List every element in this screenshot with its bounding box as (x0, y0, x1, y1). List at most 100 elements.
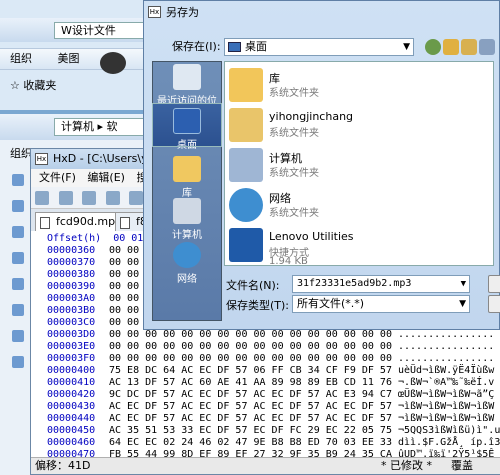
status-offset: 偏移：41D (35, 459, 91, 472)
hex-row[interactable]: 00000440 AC EC DF 57 AC EC DF 57 AC EC DF… (31, 413, 500, 425)
hex-bytes[interactable]: 00 00 (109, 305, 139, 317)
back-icon[interactable] (425, 39, 441, 55)
libraries-icon (229, 68, 263, 102)
hex-ascii[interactable]: ¬ìßW¬ìßW¬ìßW¬ìßW (398, 413, 494, 425)
folder-icon[interactable] (12, 278, 24, 290)
hex-bytes[interactable]: 00 00 (109, 317, 139, 329)
hex-ascii[interactable]: ¬.ßW¬`®A™‰˜‰ëÍ.v (398, 377, 494, 389)
breadcrumb-software[interactable]: 软 (107, 120, 118, 133)
hex-bytes[interactable]: 00 00 00 00 00 00 00 00 00 00 00 00 00 0… (109, 329, 392, 341)
save-in-select[interactable]: 桌面 ▼ (224, 38, 414, 56)
dialog-title-bar[interactable]: Hx 另存为 (144, 1, 499, 27)
filename-input[interactable]: 31f23331e5ad9b2.mp3 ▼ (292, 275, 470, 293)
hex-bytes[interactable]: 00 00 (109, 269, 139, 281)
hex-bytes[interactable]: 00 00 (109, 293, 139, 305)
hex-row[interactable]: 00000460 64 EC EC 02 24 46 02 47 9E B8 B8… (31, 437, 500, 449)
hex-row[interactable]: 00000410 AC 13 DF 57 AC 60 AE 41 AA 89 98… (31, 377, 500, 389)
beautify-button[interactable]: 美图 (58, 52, 80, 65)
avatar (100, 52, 126, 74)
folder-icon[interactable] (12, 226, 24, 238)
new-file-icon[interactable] (35, 191, 49, 205)
list-item[interactable]: 计算机 系统文件夹 (229, 146, 479, 186)
tool-icon[interactable] (129, 191, 143, 205)
hex-row[interactable]: 000003F0 00 00 00 00 00 00 00 00 00 00 00… (31, 353, 500, 365)
nav-pane-icons (12, 174, 26, 464)
hex-ascii[interactable]: ¬5QQS3ìßWìßü)ì".u (398, 425, 500, 437)
hex-row[interactable]: 000003D0 00 00 00 00 00 00 00 00 00 00 00… (31, 329, 500, 341)
hex-row[interactable]: 00000400 75 E8 DC 64 AC EC DF 57 06 FF CB… (31, 365, 500, 377)
hex-row[interactable]: 00000420 9C DC DF 57 AC EC DF 57 AC EC DF… (31, 389, 500, 401)
cancel-button[interactable] (488, 295, 500, 313)
hex-bytes[interactable]: AC 13 DF 57 AC 60 AE 41 AA 89 98 89 EB C… (109, 377, 392, 389)
hex-ascii[interactable]: ................ (398, 341, 494, 353)
list-item[interactable]: yihongjinchang 系统文件夹 (229, 106, 479, 146)
filetype-select[interactable]: 所有文件(*.*) ▼ (292, 295, 470, 313)
hex-bytes[interactable]: 75 E8 DC 64 AC EC DF 57 06 FF CB 34 CF F… (109, 365, 392, 377)
hex-row[interactable]: 000003E0 00 00 00 00 00 00 00 00 00 00 00… (31, 341, 500, 353)
list-item[interactable]: Lenovo Utilities 快捷方式 1.94 KB (229, 226, 479, 267)
item-name: Lenovo Utilities (269, 230, 354, 243)
menu-file[interactable]: 文件(F) (39, 171, 76, 184)
hex-ascii[interactable]: ................ (398, 329, 494, 341)
hex-offset: 000003A0 (47, 293, 96, 304)
chevron-down-icon: ▼ (403, 42, 410, 52)
organize-button[interactable]: 组织 (10, 52, 32, 65)
hex-ascii[interactable]: uèÜd¬ìßW.ÿË4Ïùßw (398, 365, 494, 377)
folder-icon[interactable] (12, 174, 24, 186)
tool-icon[interactable] (105, 191, 120, 205)
breadcrumb-2[interactable]: 计算机 ▸ 软 (54, 118, 154, 136)
save-in-value: 桌面 (245, 40, 267, 53)
hex-row[interactable]: 00000430 AC EC DF 57 AC EC DF 57 AC EC DF… (31, 401, 500, 413)
favorites-item[interactable]: ☆ 收藏夹 (10, 78, 56, 94)
hex-offset: 000003B0 (47, 305, 96, 316)
filename-label: 文件名(N): (226, 279, 280, 292)
hex-ascii[interactable]: œÜßW¬ìßW¬ìßW¬ã”Ç (398, 389, 494, 401)
hex-ascii[interactable]: dìì.$F.GžÅ¸ íp.î3 (398, 437, 500, 449)
menu-edit[interactable]: 编辑(E) (87, 171, 125, 184)
item-type: 系统文件夹 (269, 208, 319, 219)
hex-offset: 000003F0 (47, 353, 96, 364)
hex-offset: 00000360 (47, 245, 96, 256)
hex-bytes[interactable]: 00 00 (109, 257, 139, 269)
hex-bytes[interactable]: AC EC DF 57 AC EC DF 57 AC EC DF 57 AC E… (109, 413, 392, 425)
hex-bytes[interactable]: 00 00 00 00 00 00 00 00 00 00 00 00 00 0… (109, 341, 392, 353)
organize-button-2[interactable]: 组织 (10, 146, 32, 162)
hex-bytes[interactable]: 00 00 (109, 245, 139, 257)
hex-bytes[interactable]: AC EC DF 57 AC EC DF 57 AC EC DF 57 AC E… (109, 401, 392, 413)
up-folder-icon[interactable] (443, 39, 459, 55)
file-icon (120, 217, 130, 229)
hex-offset: 00000390 (47, 281, 96, 292)
save-button[interactable] (488, 275, 500, 293)
folder-icon[interactable] (12, 200, 24, 212)
place-network[interactable]: 网络 (153, 242, 221, 285)
place-libraries[interactable]: 库 (153, 156, 221, 199)
breadcrumb[interactable]: W设计文件 (54, 22, 154, 39)
hex-row[interactable]: 00000450 AC 35 51 53 33 EC DF 57 EC DF FC… (31, 425, 500, 437)
libraries-icon (173, 156, 201, 182)
item-name: yihongjinchang (269, 110, 354, 123)
list-item[interactable]: 库 系统文件夹 (229, 66, 479, 106)
folder-icon[interactable] (12, 330, 24, 342)
hex-ascii[interactable]: ¬ìßW¬ìßW¬ìßW¬ìßW (398, 401, 494, 413)
place-computer[interactable]: 计算机 (153, 198, 221, 241)
hex-bytes[interactable]: 64 EC EC 02 24 46 02 47 9E B8 B8 ED 70 0… (109, 437, 392, 449)
hex-bytes[interactable]: 00 00 (109, 281, 139, 293)
new-folder-icon[interactable] (461, 39, 477, 55)
file-list: 库 系统文件夹 yihongjinchang 系统文件夹 计算机 系统文件夹 网… (224, 61, 494, 267)
save-icon[interactable] (82, 191, 96, 205)
filename-value: 31f23331e5ad9b2.mp3 (297, 278, 412, 289)
folder-icon[interactable] (12, 304, 24, 316)
hxd-status-bar: 偏移：41D * 已修改 * 覆盖 (31, 457, 500, 474)
folder-icon[interactable] (12, 252, 24, 264)
view-menu-icon[interactable] (479, 39, 495, 55)
hex-bytes[interactable]: 9C DC DF 57 AC EC DF 57 AC EC DF 57 AC E… (109, 389, 392, 401)
folder-icon[interactable] (12, 356, 24, 368)
breadcrumb-computer[interactable]: 计算机 (61, 120, 94, 133)
hex-ascii[interactable]: ................ (398, 353, 494, 365)
list-item[interactable]: 网络 系统文件夹 (229, 186, 479, 226)
place-desktop[interactable]: 桌面 (152, 103, 222, 151)
hex-bytes[interactable]: 00 00 00 00 00 00 00 00 00 00 00 00 00 0… (109, 353, 392, 365)
open-folder-icon[interactable] (58, 191, 73, 205)
computer-icon (173, 198, 201, 224)
hex-bytes[interactable]: AC 35 51 53 33 EC DF 57 EC DF FC 29 EC 2… (109, 425, 392, 437)
